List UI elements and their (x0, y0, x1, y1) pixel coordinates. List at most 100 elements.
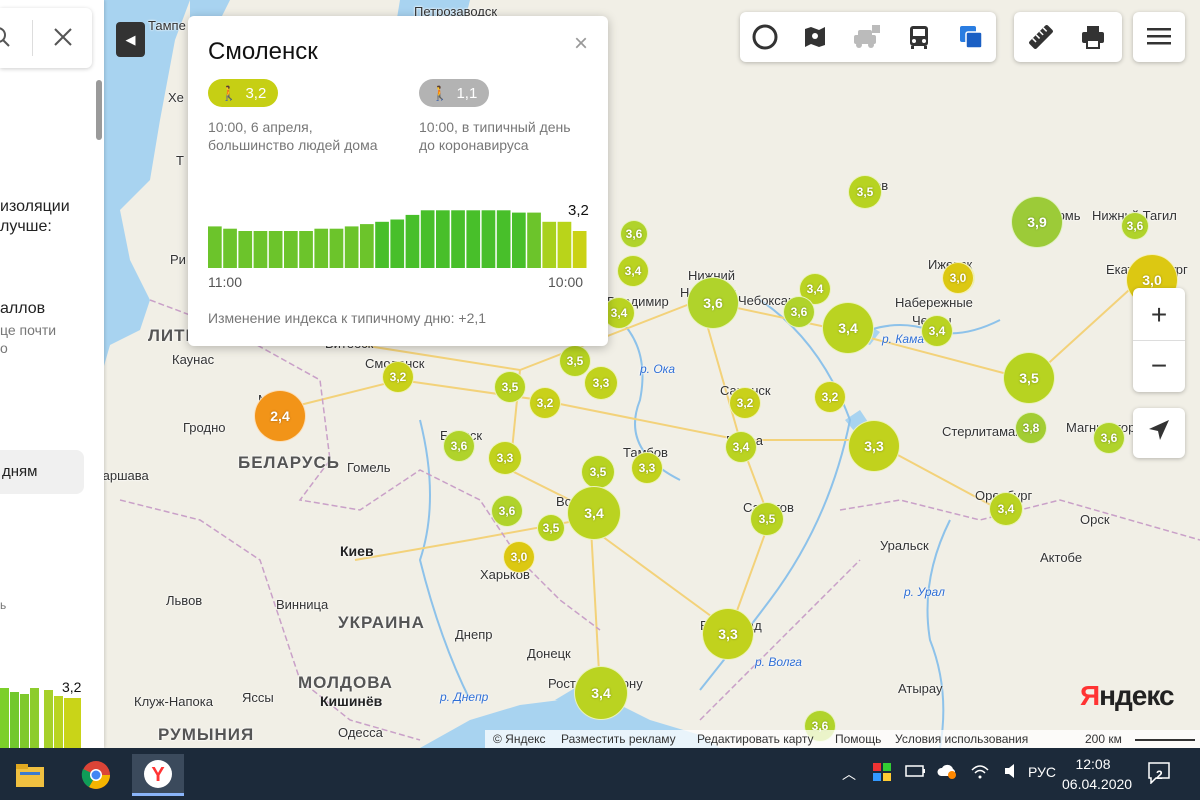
search-bar (0, 8, 92, 68)
index-bubble[interactable]: 3,6 (783, 296, 815, 328)
current-caption-line: большинство людей дома (208, 137, 378, 153)
ads-link[interactable]: Разместить рекламу (561, 732, 676, 746)
index-bubble[interactable]: 3,6 (443, 430, 475, 462)
layers-toolbar (740, 12, 996, 62)
index-bubble[interactable]: 3,0 (503, 541, 535, 573)
layers-icon[interactable] (748, 20, 782, 54)
index-bubble[interactable]: 3,3 (631, 452, 663, 484)
chart-bar (496, 210, 511, 268)
zoom-out-button[interactable]: − (1151, 341, 1167, 391)
map-place-label: Львов (166, 593, 203, 608)
index-bubble[interactable]: 3,2 (529, 387, 561, 419)
chart-bar (268, 231, 283, 268)
days-button[interactable]: дням (0, 450, 84, 494)
menu-button[interactable] (1133, 12, 1185, 62)
zoom-control: + − (1133, 288, 1185, 392)
index-bubble[interactable]: 3,5 (1003, 352, 1055, 404)
index-bubble[interactable]: 3,5 (537, 514, 565, 542)
index-bubble[interactable]: 3,6 (491, 495, 523, 527)
notification-center-icon[interactable]: 2 (1148, 762, 1172, 785)
chart-bar (557, 221, 572, 268)
mini-bar (54, 696, 63, 748)
index-bubble[interactable]: 2,4 (254, 390, 306, 442)
typical-caption-line: 10:00, в типичный день (419, 119, 571, 135)
traffic-icon[interactable] (798, 20, 832, 54)
chart-bar (299, 231, 313, 268)
index-bubble[interactable]: 3,3 (584, 366, 618, 400)
index-bubble[interactable]: 3,3 (488, 441, 522, 475)
index-bubble[interactable]: 3,5 (581, 455, 615, 489)
copyright-link[interactable]: © Яндекс (493, 732, 546, 746)
index-bubble[interactable]: 3,4 (574, 666, 628, 720)
map-place-label: Набережные (895, 295, 973, 310)
battery-icon[interactable] (905, 764, 927, 781)
print-icon[interactable] (1076, 20, 1110, 54)
index-bubble[interactable]: 3,5 (848, 175, 882, 209)
index-bubble[interactable]: 3,2 (382, 361, 414, 393)
map-footer: © Яндекс Разместить рекламу Редактироват… (485, 730, 1200, 748)
chart-bar (375, 221, 389, 268)
chart-bar (238, 231, 253, 268)
chart-bar (527, 212, 541, 268)
mini-bar (44, 690, 53, 748)
search-icon[interactable] (0, 26, 14, 53)
language-indicator[interactable]: РУС (1028, 764, 1056, 780)
index-bubble[interactable]: 3,9 (1011, 196, 1063, 248)
index-change-text: Изменение индекса к типичному дню: +2,1 (208, 310, 487, 326)
volume-icon[interactable] (1003, 762, 1021, 783)
chart-bar (360, 224, 374, 268)
index-bubble[interactable]: 3,6 (1121, 212, 1149, 240)
cloud-icon[interactable] (936, 762, 958, 783)
index-bubble[interactable]: 3,5 (494, 371, 526, 403)
help-link[interactable]: Помощь (835, 732, 881, 746)
map-place-label: Т (176, 153, 184, 168)
index-bubble[interactable]: 3,4 (617, 255, 649, 287)
transport-icon[interactable] (902, 20, 936, 54)
index-bubble[interactable]: 3,6 (620, 220, 648, 248)
chart-bar (451, 210, 465, 268)
chart-bar (466, 210, 481, 268)
terms-link[interactable]: Условия использования (895, 732, 1028, 746)
panel-scrollbar[interactable] (96, 80, 102, 140)
zoom-in-button[interactable]: + (1151, 290, 1167, 340)
yandex-browser-icon[interactable]: Y (132, 754, 184, 796)
index-bubble[interactable]: 3,2 (814, 381, 846, 413)
chart-bar (481, 210, 496, 268)
carsharing-icon[interactable] (850, 20, 884, 54)
index-bubble[interactable]: 3,3 (848, 420, 900, 472)
chart-bar (420, 210, 435, 268)
wifi-icon[interactable] (970, 762, 990, 783)
map-place-label: Хе (168, 90, 184, 105)
index-bubble[interactable]: 3,4 (725, 431, 757, 463)
panel-text-line: о (0, 340, 8, 356)
edit-map-link[interactable]: Редактировать карту (697, 732, 813, 746)
index-bubble[interactable]: 3,6 (687, 277, 739, 329)
index-bubble[interactable]: 3,3 (702, 608, 754, 660)
map-place-label: Киев (340, 543, 374, 559)
tray-expand-icon[interactable]: ︿ (842, 764, 856, 784)
index-bubble[interactable]: 3,4 (921, 315, 953, 347)
panel-text-line: це почти (0, 322, 57, 338)
index-bubble[interactable]: 3,4 (989, 492, 1023, 526)
current-caption-line: 10:00, 6 апреля, (208, 119, 313, 135)
tray-app-icon[interactable] (872, 762, 892, 785)
index-bubble[interactable]: 3,2 (729, 387, 761, 419)
index-bubble[interactable]: 3,5 (750, 502, 784, 536)
index-bubble[interactable]: 3,4 (567, 486, 621, 540)
chrome-icon[interactable] (70, 754, 122, 796)
my-location-button[interactable] (1133, 408, 1185, 458)
yandex-logo: Яндекс (1080, 680, 1175, 712)
popup-close-button[interactable]: × (574, 30, 588, 58)
index-bubble[interactable]: 3,6 (1093, 422, 1125, 454)
mini-bar (0, 688, 9, 748)
index-bubble[interactable]: 3,4 (822, 302, 874, 354)
clock[interactable]: 12:08 06.04.2020 (1062, 754, 1132, 794)
ruler-icon[interactable] (1024, 20, 1058, 54)
index-bubble[interactable]: 3,0 (942, 262, 974, 294)
file-explorer-icon[interactable] (4, 754, 56, 796)
collapse-panel-button[interactable]: ◀ (116, 22, 145, 57)
map-layers-icon[interactable] (954, 20, 988, 54)
close-icon[interactable] (52, 26, 74, 53)
yandex-logo-first: Я (1080, 680, 1100, 711)
index-bubble[interactable]: 3,8 (1015, 412, 1047, 444)
